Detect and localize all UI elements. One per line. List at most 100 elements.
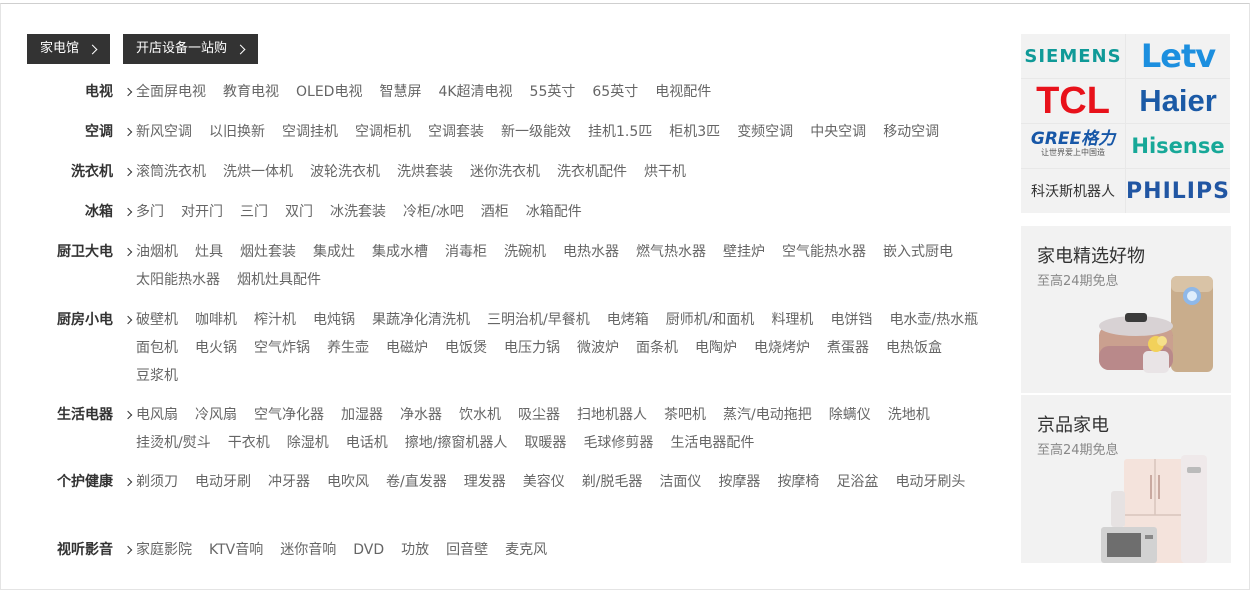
subcategory-link[interactable]: 电水壶/热水瓶: [889, 311, 978, 329]
subcategory-link[interactable]: 电炖锅: [313, 311, 355, 329]
subcategory-link[interactable]: 对开门: [181, 203, 223, 221]
subcategory-link[interactable]: 果蔬净化清洗机: [372, 311, 470, 329]
tag-store-equipment[interactable]: 开店设备一站购: [123, 34, 259, 64]
subcategory-link[interactable]: 智慧屏: [379, 83, 421, 101]
subcategory-link[interactable]: 电话机: [346, 434, 388, 452]
subcategory-link[interactable]: 电火锅: [195, 339, 237, 357]
tag-appliance-hall[interactable]: 家电馆: [27, 34, 111, 64]
subcategory-link[interactable]: 消毒柜: [445, 243, 487, 261]
subcategory-link[interactable]: 冷柜/冰吧: [403, 203, 464, 221]
subcategory-link[interactable]: 回音壁: [446, 541, 488, 559]
subcategory-link[interactable]: 洗烘一体机: [223, 163, 293, 181]
subcategory-link[interactable]: 挂烫机/熨斗: [136, 434, 211, 452]
subcategory-link[interactable]: 挂机1.5匹: [588, 123, 652, 141]
subcategory-link[interactable]: 中央空调: [810, 123, 866, 141]
subcategory-link[interactable]: 生活电器配件: [670, 434, 754, 452]
brand-siemens[interactable]: SIEMENS: [1021, 34, 1125, 78]
subcategory-link[interactable]: 扫地机器人: [577, 406, 647, 424]
subcategory-link[interactable]: 功放: [401, 541, 429, 559]
subcategory-link[interactable]: 按摩椅: [777, 473, 819, 491]
subcategory-link[interactable]: 4K超清电视: [438, 83, 512, 101]
subcategory-link[interactable]: 美容仪: [523, 473, 565, 491]
subcategory-link[interactable]: 剃/脱毛器: [582, 473, 643, 491]
subcategory-link[interactable]: 电视配件: [655, 83, 711, 101]
subcategory-link[interactable]: 集成水槽: [372, 243, 428, 261]
subcategory-link[interactable]: 擦地/擦窗机器人: [405, 434, 508, 452]
subcategory-link[interactable]: 除螨仪: [829, 406, 871, 424]
subcategory-link[interactable]: 微波炉: [577, 339, 619, 357]
subcategory-link[interactable]: 烟机灶具配件: [237, 271, 321, 289]
subcategory-link[interactable]: 新风空调: [136, 123, 192, 141]
subcategory-link[interactable]: 移动空调: [883, 123, 939, 141]
subcategory-link[interactable]: 壁挂炉: [723, 243, 765, 261]
subcategory-link[interactable]: 油烟机: [136, 243, 178, 261]
subcategory-link[interactable]: 嵌入式厨电: [883, 243, 953, 261]
subcategory-link[interactable]: 教育电视: [223, 83, 279, 101]
subcategory-link[interactable]: 空调挂机: [282, 123, 338, 141]
subcategory-link[interactable]: KTV音响: [209, 541, 263, 559]
subcategory-link[interactable]: 变频空调: [737, 123, 793, 141]
category-link[interactable]: 个护健康: [21, 473, 133, 491]
subcategory-link[interactable]: 空气净化器: [254, 406, 324, 424]
subcategory-link[interactable]: 烟灶套装: [240, 243, 296, 261]
subcategory-link[interactable]: 冰洗套装: [330, 203, 386, 221]
subcategory-link[interactable]: 空调柜机: [355, 123, 411, 141]
subcategory-link[interactable]: 迷你音响: [280, 541, 336, 559]
brand-gree[interactable]: GREE格力 让世界爱上中国造: [1021, 124, 1125, 168]
category-link[interactable]: 视听影音: [21, 541, 133, 559]
brand-ecovacs[interactable]: 科沃斯机器人: [1021, 169, 1125, 213]
subcategory-link[interactable]: 家庭影院: [136, 541, 192, 559]
subcategory-link[interactable]: 滚筒洗衣机: [136, 163, 206, 181]
subcategory-link[interactable]: 养生壶: [327, 339, 369, 357]
subcategory-link[interactable]: 咖啡机: [195, 311, 237, 329]
subcategory-link[interactable]: 洁面仪: [659, 473, 701, 491]
category-link[interactable]: 厨卫大电: [21, 243, 133, 261]
subcategory-link[interactable]: 电动牙刷头: [895, 473, 965, 491]
subcategory-link[interactable]: 煮蛋器: [827, 339, 869, 357]
category-link[interactable]: 冰箱: [21, 203, 133, 221]
subcategory-link[interactable]: 迷你洗衣机: [470, 163, 540, 181]
subcategory-link[interactable]: 电吹风: [327, 473, 369, 491]
brand-hisense[interactable]: Hisense: [1126, 124, 1230, 168]
subcategory-link[interactable]: 饮水机: [459, 406, 501, 424]
subcategory-link[interactable]: OLED电视: [296, 83, 362, 101]
category-link[interactable]: 厨房小电: [21, 311, 133, 329]
subcategory-link[interactable]: 冲牙器: [268, 473, 310, 491]
subcategory-link[interactable]: 多门: [136, 203, 164, 221]
subcategory-link[interactable]: 按摩器: [718, 473, 760, 491]
subcategory-link[interactable]: 豆浆机: [136, 367, 178, 385]
subcategory-link[interactable]: 除湿机: [287, 434, 329, 452]
subcategory-link[interactable]: 双门: [285, 203, 313, 221]
subcategory-link[interactable]: 厨师机/和面机: [666, 311, 755, 329]
subcategory-link[interactable]: 柜机3匹: [669, 123, 720, 141]
category-link[interactable]: 洗衣机: [21, 163, 133, 181]
subcategory-link[interactable]: 冷风扇: [195, 406, 237, 424]
brand-tcl[interactable]: TCL: [1021, 79, 1125, 123]
subcategory-link[interactable]: 洗碗机: [504, 243, 546, 261]
subcategory-link[interactable]: 破壁机: [136, 311, 178, 329]
subcategory-link[interactable]: 料理机: [771, 311, 813, 329]
subcategory-link[interactable]: 酒柜: [481, 203, 509, 221]
subcategory-link[interactable]: 理发器: [464, 473, 506, 491]
subcategory-link[interactable]: 麦克风: [505, 541, 547, 559]
subcategory-link[interactable]: 茶吧机: [664, 406, 706, 424]
category-link[interactable]: 电视: [21, 83, 133, 101]
subcategory-link[interactable]: 空气能热水器: [782, 243, 866, 261]
promo-featured-appliances[interactable]: 家电精选好物 至高24期免息: [1021, 226, 1231, 393]
subcategory-link[interactable]: 净水器: [400, 406, 442, 424]
subcategory-link[interactable]: 洗地机: [888, 406, 930, 424]
category-link[interactable]: 生活电器: [21, 406, 133, 424]
subcategory-link[interactable]: 电动牙刷: [195, 473, 251, 491]
subcategory-link[interactable]: 洗烘套装: [397, 163, 453, 181]
subcategory-link[interactable]: 电饼铛: [830, 311, 872, 329]
subcategory-link[interactable]: 55英寸: [530, 83, 576, 101]
subcategory-link[interactable]: 集成灶: [313, 243, 355, 261]
subcategory-link[interactable]: 电风扇: [136, 406, 178, 424]
subcategory-link[interactable]: 吸尘器: [518, 406, 560, 424]
subcategory-link[interactable]: 电热水器: [563, 243, 619, 261]
subcategory-link[interactable]: 电烤箱: [607, 311, 649, 329]
subcategory-link[interactable]: 电烧烤炉: [754, 339, 810, 357]
subcategory-link[interactable]: 波轮洗衣机: [310, 163, 380, 181]
subcategory-link[interactable]: 加湿器: [341, 406, 383, 424]
subcategory-link[interactable]: 足浴盆: [836, 473, 878, 491]
